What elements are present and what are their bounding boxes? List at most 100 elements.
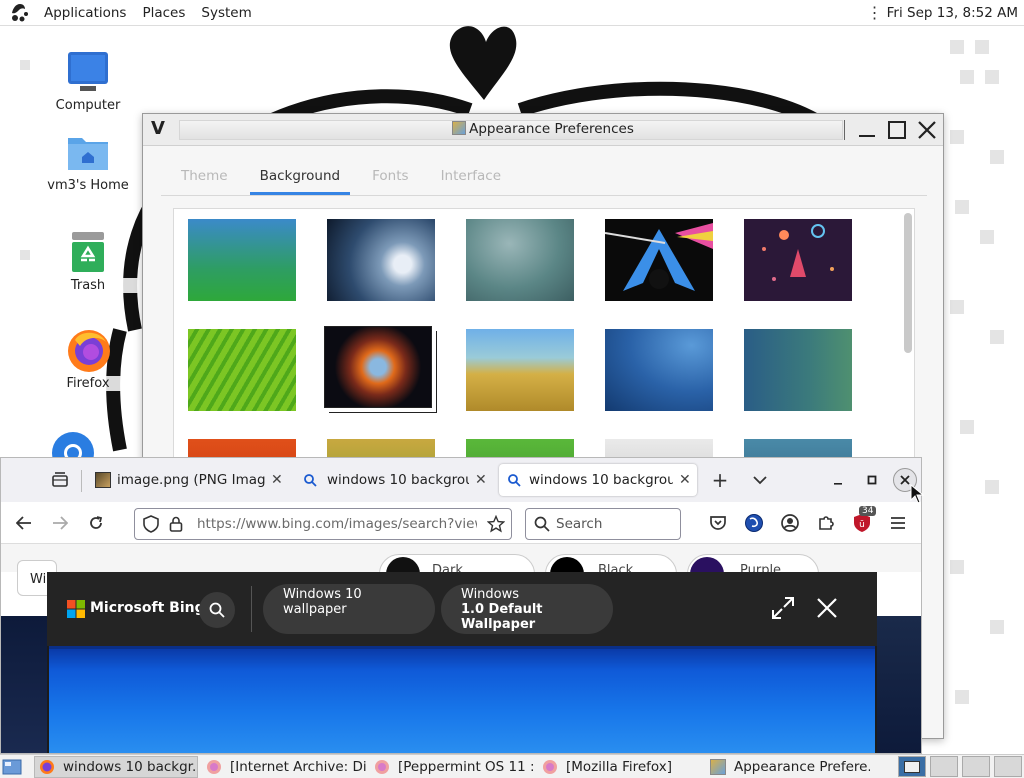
wallpaper-thumbnail[interactable] (744, 219, 852, 301)
tab-fonts[interactable]: Fonts (362, 160, 418, 195)
wallpaper-thumbnail[interactable] (605, 329, 713, 411)
workspace-1[interactable] (898, 756, 926, 777)
tab-theme[interactable]: Theme (171, 160, 238, 195)
wallpaper-thumbnail[interactable] (188, 219, 296, 301)
bing-search-button[interactable] (199, 592, 235, 628)
back-button[interactable] (13, 512, 35, 534)
system-menu[interactable]: System (193, 5, 259, 21)
hamburger-menu-icon (891, 517, 905, 529)
bing-expand-button[interactable] (771, 596, 797, 622)
bing-related-chip[interactable]: Windows 10 wallpaper (263, 584, 435, 634)
tab-close-icon[interactable]: ✕ (679, 472, 691, 488)
firefox-account-extension-button[interactable] (743, 512, 765, 534)
close-icon (918, 121, 936, 139)
bing-close-button[interactable] (815, 596, 841, 622)
extensions-button[interactable] (815, 512, 837, 534)
wallpaper-thumbnail[interactable] (605, 219, 713, 301)
wallpaper-thumbnail[interactable] (466, 219, 574, 301)
show-desktop-button[interactable] (2, 757, 22, 777)
firefox-tab-bar: image.png (PNG Image, 7 ✕ windows 10 bac… (1, 458, 921, 502)
reload-button[interactable] (85, 512, 107, 534)
window-title: Appearance Preferences (143, 121, 943, 137)
plus-icon: + (711, 468, 729, 492)
workspace-3[interactable] (962, 756, 990, 777)
bing-preview-image[interactable] (49, 646, 875, 753)
reload-icon (90, 516, 103, 529)
browser-tab[interactable]: windows 10 background ✕ (297, 464, 493, 496)
firefox-icon (40, 760, 54, 774)
tab-title: windows 10 background (327, 472, 469, 488)
bing-chip-text: Windows (461, 586, 520, 602)
url-bar[interactable]: https://www.bing.com/images/search?view=… (134, 508, 512, 540)
taskbar-item[interactable]: [Internet Archive: Di... (202, 756, 368, 778)
wallpaper-thumbnail[interactable] (188, 329, 296, 411)
desktop-icon-trash[interactable]: Trash (38, 230, 138, 293)
bing-result-image-right[interactable] (877, 616, 921, 753)
new-tab-button[interactable]: + (709, 468, 731, 492)
firefox-view-button[interactable] (49, 469, 71, 491)
applications-menu[interactable]: Applications (36, 5, 134, 21)
pocket-button[interactable] (707, 512, 729, 534)
svg-text:ū: ū (859, 520, 865, 530)
workspace-4[interactable] (994, 756, 1022, 777)
search-bar[interactable]: Search (525, 508, 681, 540)
lock-icon[interactable] (169, 516, 183, 532)
ublock-origin-button[interactable]: ū 34 (851, 506, 877, 534)
firefox-view-icon (52, 472, 68, 487)
firefox-minimize-button[interactable] (827, 469, 849, 491)
desktop-icon-browser-partial[interactable] (50, 430, 96, 460)
tab-close-icon[interactable]: ✕ (271, 472, 283, 488)
desktop-icon-firefox[interactable]: Firefox (38, 328, 138, 391)
account-button[interactable] (779, 512, 801, 534)
minimize-button[interactable] (855, 118, 879, 142)
maximize-button[interactable] (885, 118, 909, 142)
clock[interactable]: Fri Sep 13, 8:52 AM (887, 5, 1018, 21)
gnome-foot-icon[interactable] (10, 3, 30, 23)
forward-button[interactable] (49, 512, 71, 534)
list-all-tabs-button[interactable] (749, 469, 771, 491)
wallpaper-thumbnail[interactable] (466, 329, 574, 411)
wallpaper-thumbnail[interactable] (744, 329, 852, 411)
bing-result-image-left[interactable] (1, 616, 47, 753)
wallpaper-thumbnail[interactable] (324, 326, 432, 408)
browser-tab-active[interactable]: windows 10 background ✕ (499, 464, 697, 496)
taskbar-item-firefox-active[interactable]: windows 10 backgr... (34, 756, 198, 778)
thumbnail-scrollbar[interactable] (904, 213, 912, 353)
globe-extension-icon (745, 514, 763, 532)
bing-logo-text[interactable]: Microsoft Bing (90, 600, 205, 616)
bing-image-viewer: Microsoft Bing Windows 10 wallpaper Wind… (47, 572, 877, 753)
firefox-maximize-button[interactable] (861, 469, 883, 491)
workspace-2[interactable] (930, 756, 958, 777)
wallpaper-thumbnail[interactable] (327, 219, 435, 301)
maximize-icon (867, 475, 877, 485)
bing-chip-subtext: 1.0 Default Wallpaper (461, 601, 543, 632)
taskbar-item-label: Appearance Prefere... (734, 759, 870, 775)
taskbar-item-label: [Peppermint OS 11 : ... (398, 759, 536, 775)
tab-title: windows 10 background (529, 472, 673, 488)
show-desktop-icon (2, 759, 22, 775)
desktop-icon-home[interactable]: vm3's Home (38, 130, 138, 193)
tracking-shield-icon[interactable] (143, 515, 159, 533)
bing-related-chip[interactable]: Windows 1.0 Default Wallpaper (441, 584, 613, 634)
app-menu-button[interactable] (887, 512, 909, 534)
window-titlebar[interactable]: V Appearance Preferences (143, 114, 943, 146)
desktop-icon-computer[interactable]: Computer (38, 50, 138, 113)
close-icon (900, 475, 910, 485)
browser-icon (52, 432, 94, 460)
computer-icon (66, 50, 110, 94)
tab-interface[interactable]: Interface (431, 160, 511, 195)
close-button[interactable] (915, 118, 939, 142)
top-panel: Applications Places System ⋮ Fri Sep 13,… (0, 0, 1024, 26)
taskbar-item[interactable]: [Peppermint OS 11 : ... (370, 756, 536, 778)
chevron-down-icon (753, 476, 767, 485)
tab-background[interactable]: Background (249, 160, 351, 195)
browser-tab[interactable]: image.png (PNG Image, 7 ✕ (91, 464, 289, 496)
taskbar-item[interactable]: [Mozilla Firefox] (538, 756, 702, 778)
tab-close-icon[interactable]: ✕ (475, 472, 487, 488)
bookmark-star-icon[interactable] (487, 515, 505, 533)
taskbar-item[interactable]: Appearance Prefere... (706, 756, 870, 778)
bing-page-filter-label: Wi (30, 572, 47, 587)
account-icon (781, 514, 799, 532)
places-menu[interactable]: Places (134, 5, 193, 21)
minimize-icon (859, 135, 875, 137)
